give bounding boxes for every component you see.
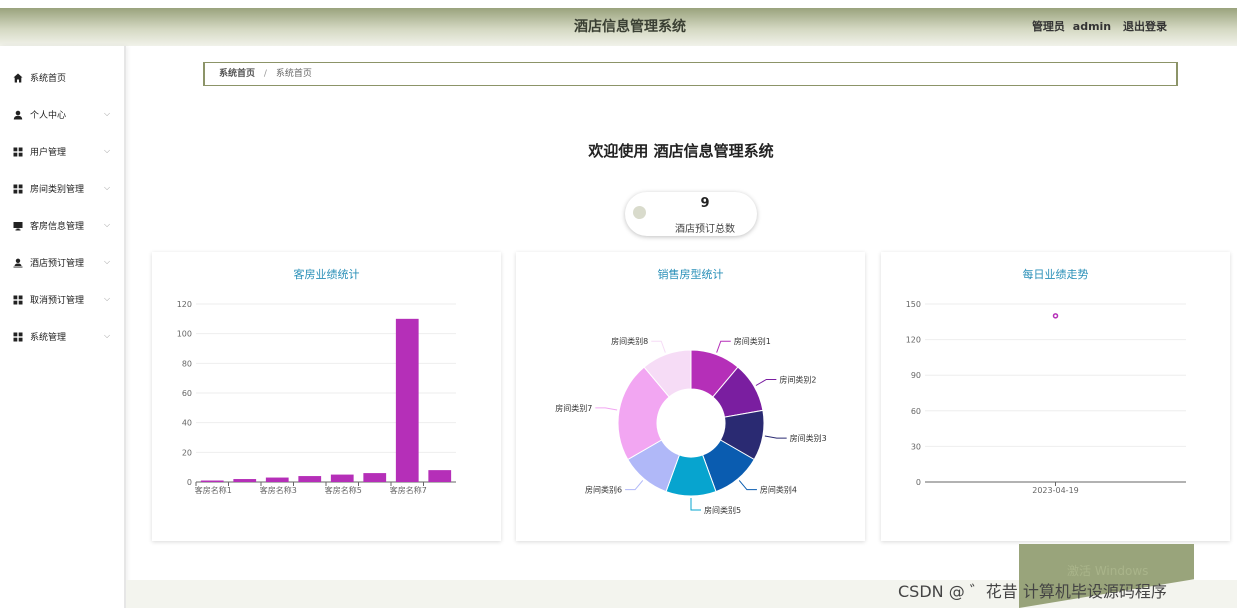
pie-leader-line: [625, 480, 644, 491]
pie-label: 房间类别8: [611, 336, 648, 346]
sidebar-item-label: 系统首页: [30, 74, 67, 84]
breadcrumb: 系统首页 / 系统首页: [203, 62, 1178, 86]
data-point: [1052, 313, 1059, 319]
y-tick-label: 80: [182, 359, 192, 368]
sidebar-item-system-management[interactable]: 系统管理 ⌵: [0, 318, 124, 355]
y-tick-label: 0: [916, 478, 921, 487]
sidebar-item-label: 用户管理: [30, 148, 67, 158]
grid-icon: [13, 184, 23, 194]
daily-trend-card: 每日业绩走势 0 30 60 90 120 150 2023-04-19: [881, 252, 1230, 541]
monitor-icon: [13, 221, 23, 231]
y-tick-label: 60: [911, 407, 921, 416]
sidebar: 系统首页 个人中心 ⌵ 用户管理 ⌵ 房间类别管理 ⌵ 客房信息管理 ⌵ 酒店预…: [0, 46, 126, 608]
sidebar-item-personal-center[interactable]: 个人中心 ⌵: [0, 96, 124, 133]
bar-mark: [298, 476, 322, 482]
booking-total-value: 9: [700, 196, 710, 211]
y-tick-label: 100: [177, 330, 192, 339]
sidebar-item-label: 个人中心: [30, 111, 67, 121]
y-tick-label: 20: [182, 448, 192, 457]
sidebar-item-label: 客房信息管理: [30, 222, 85, 232]
line-chart: 0 30 60 90 120 150 2023-04-19: [906, 300, 1186, 495]
y-tick-label: 30: [911, 442, 921, 451]
pie-leader-line: [738, 480, 757, 491]
pie-leader-line: [716, 340, 731, 353]
chevron-down-icon: ⌵: [104, 146, 111, 155]
bar-mark: [233, 479, 257, 482]
user-role: 管理员: [1031, 20, 1065, 33]
x-tick-label: 客房名称7: [390, 485, 427, 495]
chevron-down-icon: ⌵: [104, 220, 111, 229]
pie-label: 房间类别4: [760, 485, 797, 495]
sidebar-item-hotel-booking[interactable]: 酒店预订管理 ⌵: [0, 244, 124, 281]
bar-mark: [395, 318, 419, 482]
booking-total-label: 酒店预订总数: [675, 224, 735, 235]
stat-dot-icon: [633, 206, 646, 219]
y-tick-label: 0: [187, 478, 192, 487]
y-tick-label: 120: [906, 336, 921, 345]
grid-icon: [13, 332, 23, 342]
sidebar-item-label: 系统管理: [30, 333, 67, 343]
y-tick-label: 120: [177, 300, 192, 309]
grid-icon: [13, 295, 23, 305]
x-tick-label: 2023-04-19: [1032, 486, 1079, 495]
booking-total-card: 9 酒店预订总数: [625, 192, 757, 236]
x-tick-label: 客房名称3: [260, 485, 297, 495]
breadcrumb-home-link[interactable]: 系统首页: [219, 69, 255, 79]
pie-leader-line: [755, 379, 777, 386]
pie-leader-line: [690, 498, 701, 511]
sidebar-item-label: 房间类别管理: [30, 185, 85, 195]
chevron-down-icon: ⌵: [104, 109, 111, 118]
sidebar-item-cancel-booking[interactable]: 取消预订管理 ⌵: [0, 281, 124, 318]
pie-label: 房间类别2: [779, 375, 816, 385]
home-icon: [13, 73, 23, 83]
sidebar-item-home[interactable]: 系统首页: [0, 59, 124, 96]
sidebar-item-user-management[interactable]: 用户管理 ⌵: [0, 133, 124, 170]
csdn-watermark: CSDN @ ゛花昔 计算机毕设源码程序: [898, 582, 1167, 601]
breadcrumb-current: 系统首页: [275, 69, 312, 79]
pie-label: 房间类别1: [734, 336, 771, 346]
bar-mark: [330, 474, 354, 482]
username: admin: [1072, 20, 1112, 33]
bar-mark: [200, 480, 224, 482]
y-tick-label: 150: [906, 300, 921, 309]
person-icon: [13, 110, 23, 120]
chevron-down-icon: ⌵: [104, 331, 111, 340]
chevron-down-icon: ⌵: [104, 183, 111, 192]
y-tick-label: 90: [911, 371, 921, 380]
y-tick-label: 60: [182, 389, 192, 398]
sidebar-item-room-info[interactable]: 客房信息管理 ⌵: [0, 207, 124, 244]
bar-mark: [265, 477, 289, 482]
breadcrumb-separator: /: [263, 69, 267, 79]
sidebar-item-label: 酒店预订管理: [30, 259, 85, 269]
user-icon: [13, 258, 23, 268]
pie-chart: 房间类别1 房间类别2 房间类别3 房间类别4 房间类别5 房间类别6 房间类别7 房间类别8: [555, 336, 827, 515]
x-tick-label: 客房名称1: [195, 485, 232, 495]
chevron-down-icon: ⌵: [104, 294, 111, 303]
bar-chart: 0 20 40 60 80 100 120 客房名称1 客房名称3 客房名称5 客房名称7: [177, 300, 456, 495]
windows-activation-text: 激活 Windows: [1067, 564, 1149, 578]
room-performance-card: 客房业绩统计 0 20 40 60 80 100 120 客房名称1 客房名称3 客房名称5 客房名…: [152, 252, 501, 541]
bar-mark: [428, 470, 452, 482]
user-info: 管理员 admin 退出登录: [1028, 8, 1167, 46]
chevron-down-icon: ⌵: [104, 257, 111, 266]
x-tick-label: 客房名称5: [325, 485, 362, 495]
pie-label: 房间类别7: [555, 403, 592, 413]
pie-label: 房间类别3: [790, 433, 827, 443]
sidebar-item-room-category[interactable]: 房间类别管理 ⌵: [0, 170, 124, 207]
pie-label: 房间类别5: [704, 505, 741, 515]
pie-leader-line: [764, 435, 787, 439]
pie-leader-line: [595, 407, 618, 411]
y-tick-label: 40: [182, 419, 192, 428]
grid-icon: [13, 147, 23, 157]
bar-mark: [363, 473, 387, 482]
welcome-heading: 欢迎使用 酒店信息管理系统: [588, 142, 774, 160]
pie-label: 房间类别6: [585, 485, 622, 495]
sidebar-item-label: 取消预订管理: [30, 296, 85, 306]
pie-leader-line: [651, 340, 666, 353]
room-type-sales-card: 销售房型统计 房间类别1 房间类别2 房间类别3 房间类别4 房间类别5 房间类别6 房间类…: [516, 252, 865, 541]
logout-button[interactable]: 退出登录: [1123, 20, 1167, 33]
